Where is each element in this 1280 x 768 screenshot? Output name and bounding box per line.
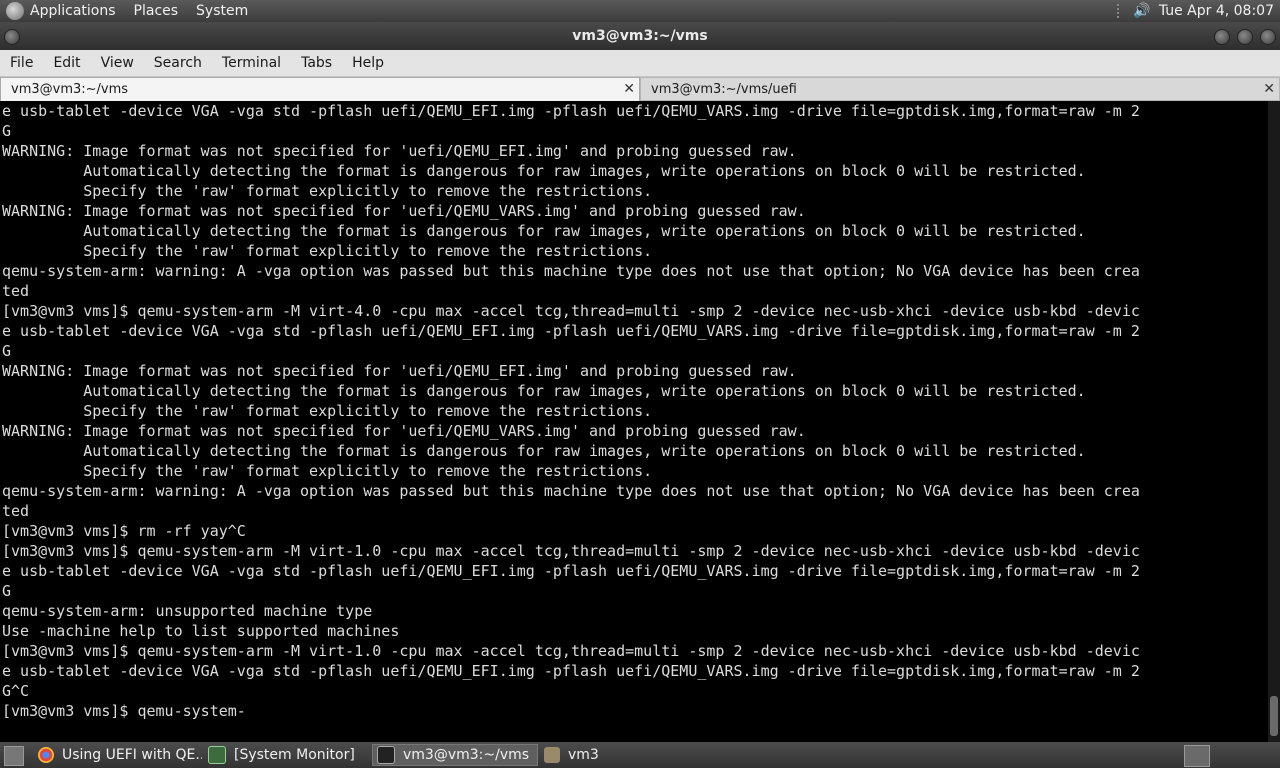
window-title: vm3@vm3:~/vms — [572, 28, 708, 44]
tab-label: vm3@vm3:~/vms — [11, 82, 129, 97]
tab-bar: vm3@vm3:~/vms ✕ vm3@vm3:~/vms/uefi ✕ — [0, 77, 1280, 101]
terminal-line: [vm3@vm3 vms]$ qemu-system-arm -M virt-1… — [2, 642, 1140, 660]
terminal-line: Automatically detecting the format is da… — [2, 162, 1086, 180]
terminal-line: Automatically detecting the format is da… — [2, 442, 1086, 460]
workspace-switcher-icon[interactable] — [1184, 745, 1210, 767]
gnome-foot-icon[interactable] — [6, 2, 24, 20]
clock[interactable]: Tue Apr 4, 08:07 — [1159, 3, 1274, 19]
menu-terminal[interactable]: Terminal — [222, 55, 281, 71]
terminal-line: e usb-tablet -device VGA -vga std -pflas… — [2, 562, 1140, 580]
terminal-line: Automatically detecting the format is da… — [2, 382, 1086, 400]
terminal-line: [vm3@vm3 vms]$ rm -rf yay^C — [2, 522, 246, 540]
menu-tabs[interactable]: Tabs — [301, 55, 332, 71]
terminal-line: Specify the 'raw' format explicitly to r… — [2, 402, 653, 420]
tab-label: vm3@vm3:~/vms/uefi — [651, 81, 797, 97]
terminal-line: WARNING: Image format was not specified … — [2, 202, 806, 220]
chrome-icon — [38, 747, 54, 763]
terminal-line: WARNING: Image format was not specified … — [2, 362, 797, 380]
terminal-line: ted — [2, 282, 30, 300]
panel-grip — [1117, 4, 1123, 18]
task-chrome[interactable]: Using UEFI with QE... — [34, 744, 202, 766]
folder-icon — [544, 747, 560, 763]
tab-uefi[interactable]: vm3@vm3:~/vms/uefi ✕ — [640, 77, 1280, 101]
show-desktop-icon[interactable] — [4, 746, 24, 766]
terminal-line: Specify the 'raw' format explicitly to r… — [2, 182, 653, 200]
terminal-line: qemu-system-arm: warning: A -vga option … — [2, 262, 1140, 280]
terminal-line: e usb-tablet -device VGA -vga std -pflas… — [2, 662, 1140, 680]
terminal-line: [vm3@vm3 vms]$ qemu-system-arm -M virt-1… — [2, 542, 1140, 560]
bottom-taskbar: Using UEFI with QE... [System Monitor] v… — [0, 742, 1280, 768]
terminal-line: Automatically detecting the format is da… — [2, 222, 1086, 240]
system-monitor-icon — [208, 746, 226, 764]
menu-help[interactable]: Help — [352, 55, 384, 71]
volume-icon[interactable]: 🔊 — [1133, 3, 1150, 19]
menu-view[interactable]: View — [101, 55, 134, 71]
menu-file[interactable]: File — [10, 55, 33, 71]
task-system-monitor[interactable]: [System Monitor] — [204, 744, 368, 766]
terminal-line: WARNING: Image format was not specified … — [2, 422, 806, 440]
applications-menu[interactable]: Applications — [30, 3, 116, 19]
terminal-line: G — [2, 122, 12, 140]
terminal-line: Specify the 'raw' format explicitly to r… — [2, 242, 653, 260]
terminal-scrollbar[interactable] — [1268, 101, 1280, 742]
terminal-line: qemu-system-arm: unsupported machine typ… — [2, 602, 373, 620]
terminal-line: ted — [2, 502, 30, 520]
task-label: vm3@vm3:~/vms — [403, 747, 530, 763]
terminal-line: WARNING: Image format was not specified … — [2, 142, 797, 160]
system-menu[interactable]: System — [196, 3, 248, 19]
task-terminal[interactable]: vm3@vm3:~/vms — [372, 744, 538, 766]
window-titlebar[interactable]: vm3@vm3:~/vms — [0, 22, 1280, 50]
task-label: [System Monitor] — [234, 747, 355, 763]
terminal-line: Specify the 'raw' format explicitly to r… — [2, 462, 653, 480]
tab-vms[interactable]: vm3@vm3:~/vms ✕ — [0, 77, 640, 101]
close-tab-icon[interactable]: ✕ — [1263, 81, 1275, 97]
terminal-line: G^C — [2, 682, 30, 700]
task-folder[interactable]: vm3 — [540, 744, 700, 766]
top-panel: Applications Places System 🔊 Tue Apr 4, … — [0, 0, 1280, 22]
terminal-line: qemu-system-arm: warning: A -vga option … — [2, 482, 1140, 500]
terminal-icon — [377, 746, 395, 764]
minimize-icon[interactable] — [1214, 29, 1230, 45]
close-tab-icon[interactable]: ✕ — [623, 81, 635, 97]
terminal-line: e usb-tablet -device VGA -vga std -pflas… — [2, 102, 1140, 120]
maximize-icon[interactable] — [1237, 29, 1253, 45]
terminal-line: G — [2, 582, 12, 600]
close-window-icon[interactable] — [1260, 29, 1276, 45]
task-label: Using UEFI with QE... — [62, 747, 202, 763]
menu-search[interactable]: Search — [154, 55, 202, 71]
menu-edit[interactable]: Edit — [53, 55, 80, 71]
scrollbar-thumb[interactable] — [1270, 696, 1278, 736]
places-menu[interactable]: Places — [134, 3, 179, 19]
terminal-output[interactable]: e usb-tablet -device VGA -vga std -pflas… — [0, 101, 1268, 742]
terminal-line: e usb-tablet -device VGA -vga std -pflas… — [2, 322, 1140, 340]
menubar: File Edit View Search Terminal Tabs Help — [0, 50, 1280, 77]
terminal-line: Use -machine help to list supported mach… — [2, 622, 400, 640]
task-label: vm3 — [568, 747, 599, 763]
terminal-line: G — [2, 342, 12, 360]
terminal-line: [vm3@vm3 vms]$ qemu-system- — [2, 702, 246, 720]
terminal-line: [vm3@vm3 vms]$ qemu-system-arm -M virt-4… — [2, 302, 1140, 320]
